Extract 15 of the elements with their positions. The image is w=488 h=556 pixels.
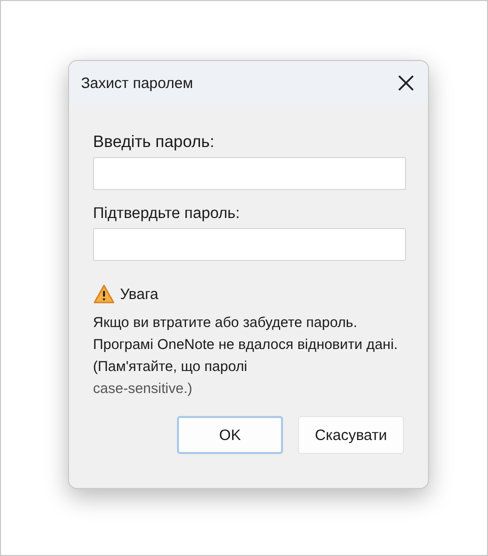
password-field[interactable] — [93, 228, 406, 261]
ok-button[interactable]: OK — [177, 416, 283, 454]
close-button[interactable] — [396, 73, 416, 93]
warning-text: Програмі OneNote не вдалося відновити дані. — [93, 336, 399, 355]
warning-icon — [93, 284, 115, 304]
warning-heading: Увага — [120, 286, 158, 302]
warning-text: (Пам'ятайте, що паролі — [93, 358, 248, 377]
warning-text: Якщо ви втратите або забудете пароль. — [93, 314, 358, 333]
password-field[interactable] — [93, 157, 406, 190]
warning-text: case-sensitive.) — [93, 380, 194, 399]
close-icon — [396, 73, 416, 93]
window-title: Захист паролем — [81, 74, 194, 92]
cancel-button[interactable]: Скасувати — [298, 416, 404, 454]
field-label: Введіть пароль: — [93, 133, 216, 152]
field-label: Підтвердьте пароль: — [93, 205, 241, 223]
